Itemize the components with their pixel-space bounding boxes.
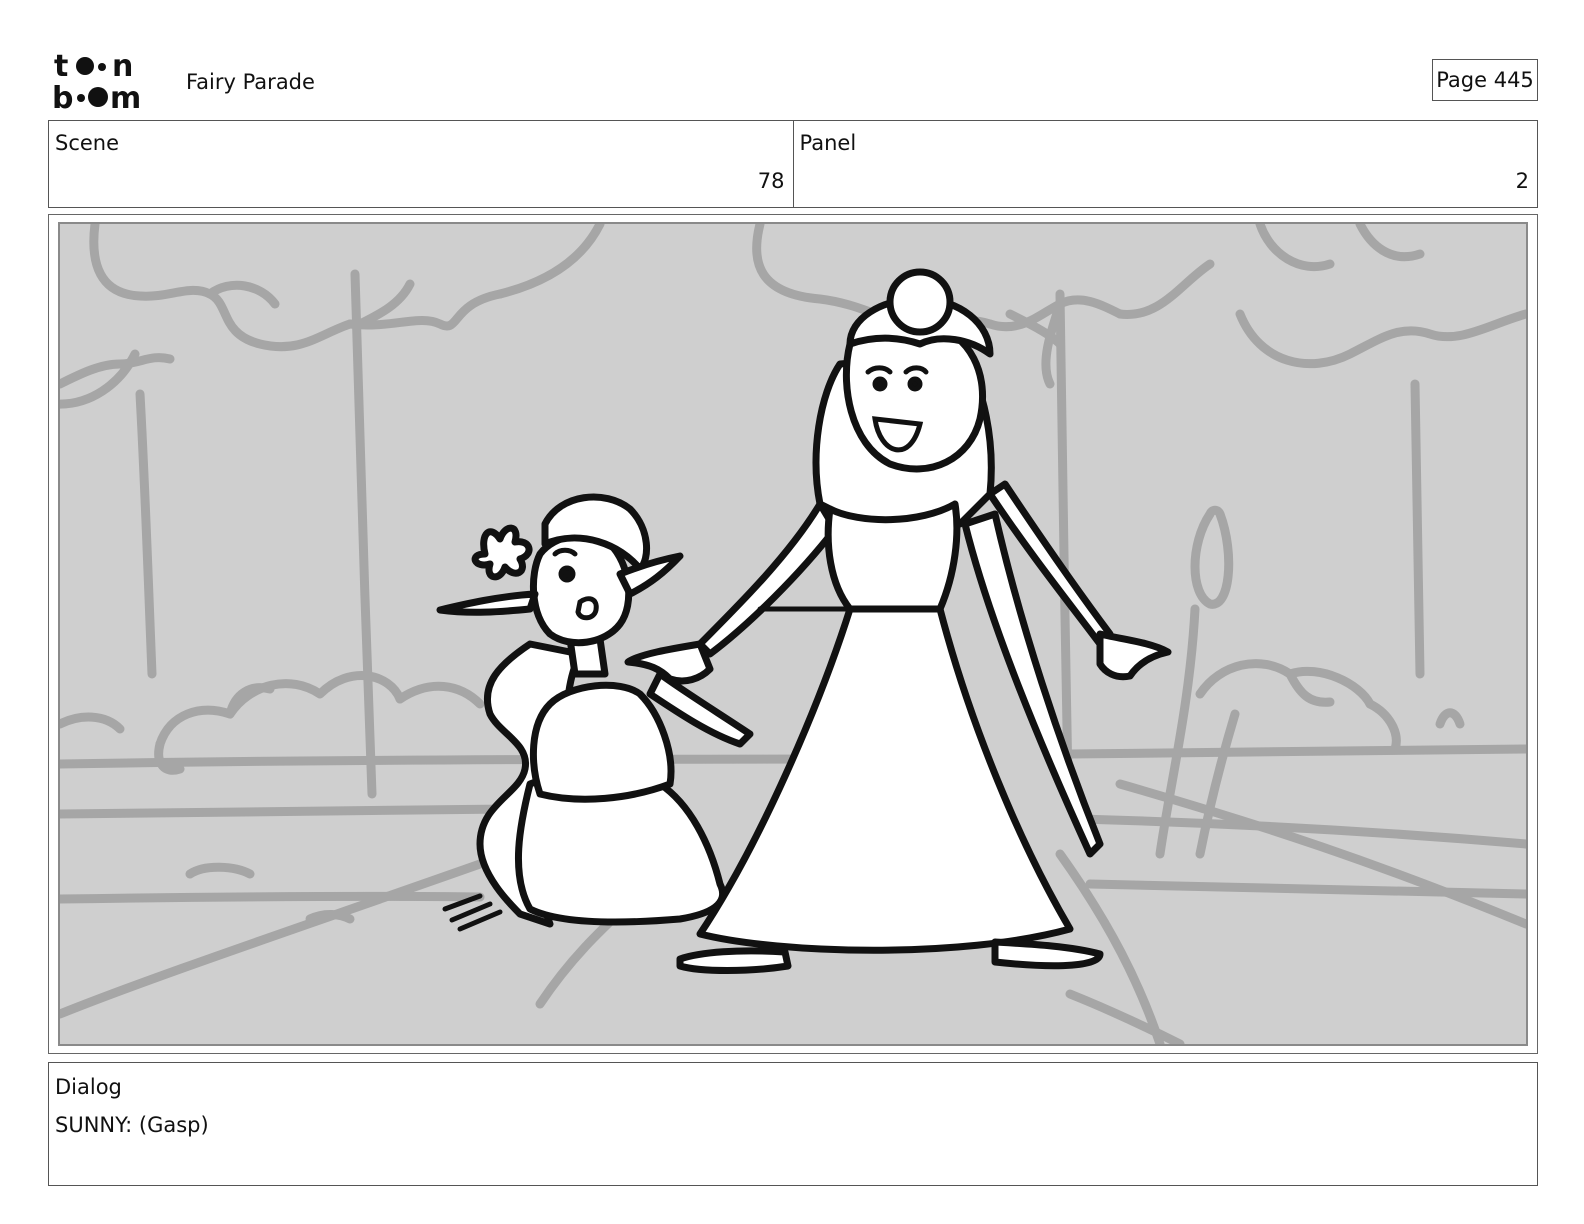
svg-text:t: t <box>54 50 68 84</box>
project-title: Fairy Parade <box>186 70 315 94</box>
scene-number: 78 <box>757 169 785 193</box>
dialog-box: Dialog SUNNY: (Gasp) <box>48 1062 1538 1186</box>
panel-label: Panel <box>799 131 857 155</box>
scene-cell: Scene 78 <box>49 121 793 207</box>
toon-boom-logo: t n b m <box>52 50 141 112</box>
svg-text:b: b <box>52 81 73 112</box>
panel-number: 2 <box>1515 169 1529 193</box>
svg-text:n: n <box>112 50 133 84</box>
panel-cell: Panel 2 <box>792 121 1538 207</box>
dialog-label: Dialog <box>55 1075 122 1099</box>
scene-label: Scene <box>55 131 120 155</box>
scene-panel-header: Scene 78 Panel 2 <box>48 120 1538 208</box>
dialog-text: SUNNY: (Gasp) <box>55 1113 209 1137</box>
page-number: Page 445 <box>1432 59 1538 101</box>
storyboard-drawing <box>58 222 1528 1046</box>
svg-text:m: m <box>110 81 141 112</box>
